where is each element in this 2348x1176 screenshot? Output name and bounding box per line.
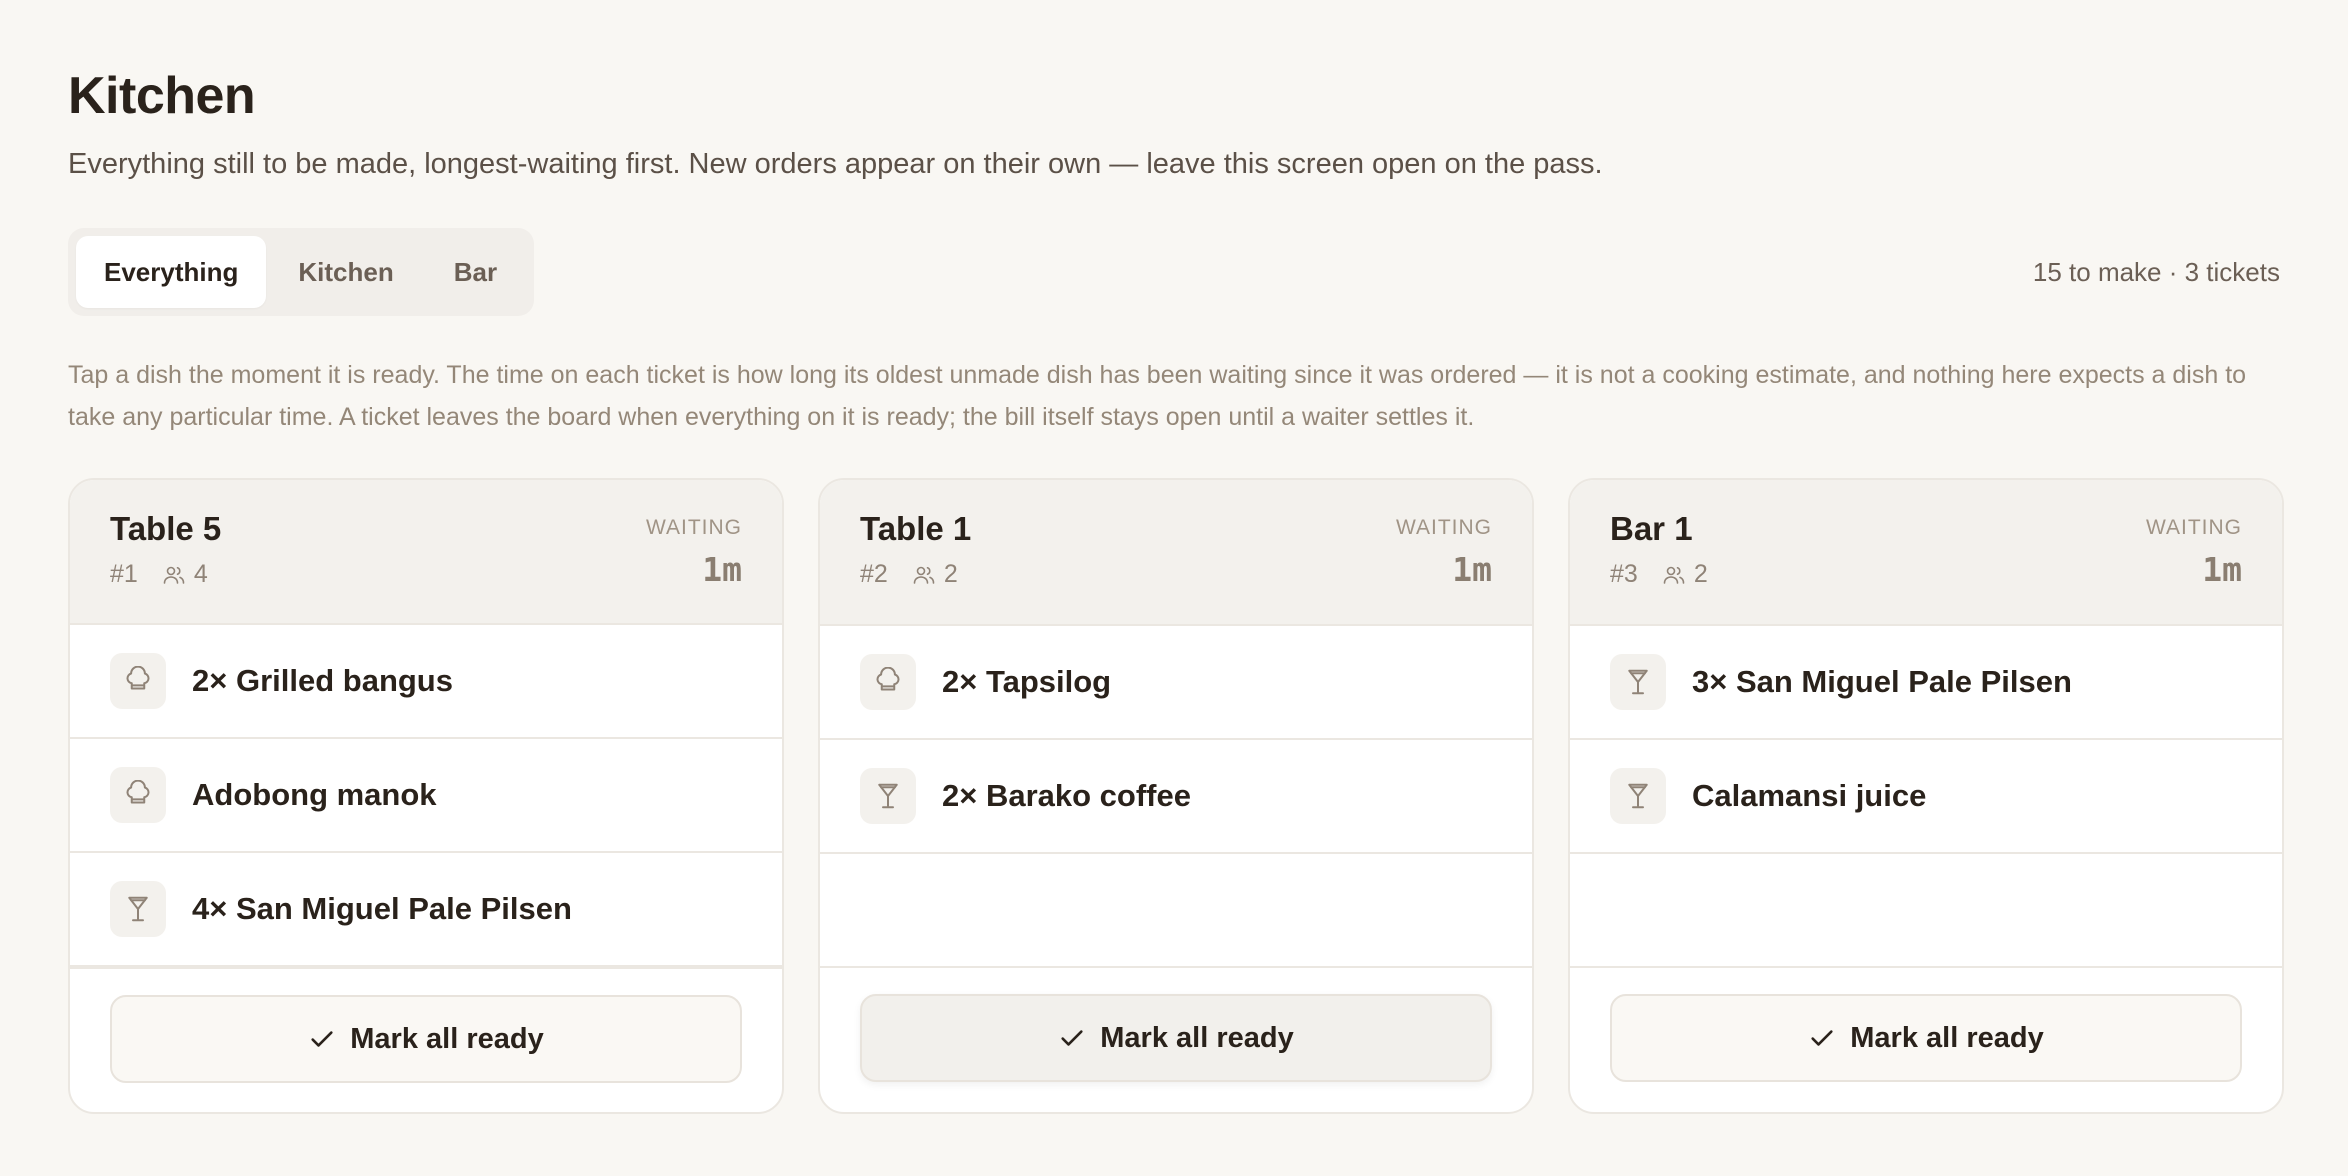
guest-count-value: 2 — [1693, 560, 1708, 588]
dish-label: Calamansi juice — [1692, 778, 1927, 813]
dish-item[interactable]: Calamansi juice — [1570, 740, 2282, 854]
ticket-card: Bar 1 #3 2 WAITING 1m 3× San Miguel Pale… — [1568, 478, 2284, 1114]
guest-count-value: 4 — [193, 560, 208, 588]
ticket-items: 2× Tapsilog 2× Barako coffee — [820, 626, 1532, 966]
ticket-meta: #1 4 — [110, 560, 221, 589]
chef-hat-icon — [126, 666, 150, 690]
cocktail-glass-icon — [128, 896, 148, 922]
waiting-time: 1m — [702, 550, 742, 589]
waiting-block: WAITING 1m — [2146, 510, 2242, 624]
guest-count-value: 2 — [943, 560, 958, 588]
guest-count: 2 — [1662, 560, 1708, 589]
chef-hat-icon — [876, 667, 900, 691]
waiting-time: 1m — [2202, 550, 2242, 589]
waiting-block: WAITING 1m — [1396, 510, 1492, 624]
button-label: Mark all ready — [350, 1022, 544, 1055]
mark-all-ready-button[interactable]: Mark all ready — [1610, 994, 2242, 1082]
dish-item[interactable]: 4× San Miguel Pale Pilsen — [70, 853, 782, 968]
cocktail-glass-icon — [878, 783, 898, 809]
ticket-footer: Mark all ready — [1570, 966, 2282, 1112]
dish-item[interactable]: 2× Tapsilog — [820, 626, 1532, 740]
icon-container — [110, 767, 166, 824]
tab-kitchen[interactable]: Kitchen — [270, 236, 421, 308]
ticket-name: Table 5 — [110, 510, 222, 547]
icon-container — [1610, 768, 1666, 824]
tab-everything[interactable]: Everything — [76, 236, 267, 308]
page-subtitle: Everything still to be made, longest-wai… — [68, 148, 1603, 180]
ticket-board: Table 5 #1 4 WAITING 1m 2× Grilled bangu… — [68, 478, 2284, 1114]
dish-item[interactable]: Adobong manok — [70, 739, 782, 854]
ticket-number: #1 — [110, 560, 138, 588]
dish-label: 4× San Miguel Pale Pilsen — [192, 891, 572, 927]
dish-label: 2× Tapsilog — [942, 664, 1112, 699]
dish-item[interactable]: 2× Grilled bangus — [70, 625, 782, 740]
ticket-header: Table 1 #2 2 WAITING 1m — [820, 480, 1532, 626]
ticket-header: Table 5 #1 4 WAITING 1m — [70, 480, 782, 626]
button-label: Mark all ready — [1850, 1021, 2044, 1054]
people-icon — [1663, 566, 1685, 584]
station-tabs: Everything Kitchen Bar — [68, 228, 534, 316]
people-icon — [163, 566, 185, 584]
ticket-header: Bar 1 #3 2 WAITING 1m — [1570, 480, 2282, 626]
dish-label: 2× Grilled bangus — [192, 663, 453, 699]
dish-item[interactable]: 2× Barako coffee — [820, 740, 1532, 854]
ticket-meta: #3 2 — [1610, 560, 1708, 589]
button-label: Mark all ready — [1100, 1021, 1294, 1054]
checkmark-icon — [311, 1031, 333, 1047]
ticket-items: 3× San Miguel Pale Pilsen Calamansi juic… — [1570, 626, 2282, 966]
icon-container — [1610, 654, 1666, 710]
chef-hat-icon — [126, 780, 150, 804]
icon-container — [110, 653, 166, 710]
guest-count: 4 — [162, 560, 208, 589]
icon-container — [860, 654, 916, 710]
ticket-number: #3 — [1610, 560, 1638, 588]
waiting-time: 1m — [1452, 550, 1492, 589]
ticket-items: 2× Grilled bangus Adobong manok 4× San M… — [70, 625, 782, 968]
ticket-footer: Mark all ready — [820, 966, 1532, 1112]
dish-label: 3× San Miguel Pale Pilsen — [1692, 664, 2072, 699]
ticket-card: Table 5 #1 4 WAITING 1m 2× Grilled bangu… — [68, 478, 784, 1114]
icon-container — [860, 768, 916, 824]
dish-label: 2× Barako coffee — [942, 778, 1191, 813]
mark-all-ready-button[interactable]: Mark all ready — [110, 995, 742, 1084]
icon-container — [110, 881, 166, 938]
waiting-label: WAITING — [2145, 516, 2242, 539]
people-icon — [913, 566, 935, 584]
kitchen-page: Kitchen Everything still to be made, lon… — [0, 0, 2348, 1176]
checkmark-icon — [1061, 1030, 1083, 1046]
waiting-label: WAITING — [1395, 516, 1492, 539]
ticket-name: Table 1 — [860, 510, 972, 547]
waiting-label: WAITING — [645, 516, 742, 539]
checkmark-icon — [1811, 1030, 1833, 1046]
cocktail-glass-icon — [1628, 783, 1648, 809]
ticket-meta: #2 2 — [860, 560, 971, 589]
cocktail-glass-icon — [1628, 669, 1648, 695]
dish-label: Adobong manok — [192, 777, 437, 813]
ticket-footer: Mark all ready — [70, 967, 782, 1112]
guest-count: 2 — [912, 560, 958, 589]
ticket-card: Table 1 #2 2 WAITING 1m 2× Tapsilog 2× B… — [818, 478, 1534, 1114]
ticket-name: Bar 1 — [1610, 510, 1693, 547]
page-title: Kitchen — [68, 67, 256, 125]
help-text: Tap a dish the moment it is ready. The t… — [68, 361, 2247, 431]
dish-item[interactable]: 3× San Miguel Pale Pilsen — [1570, 626, 2282, 740]
waiting-block: WAITING 1m — [646, 510, 742, 623]
ticket-summary: 15 to make · 3 tickets — [2032, 257, 2280, 287]
ticket-number: #2 — [860, 560, 888, 588]
mark-all-ready-button[interactable]: Mark all ready — [860, 994, 1492, 1082]
tab-bar[interactable]: Bar — [426, 236, 525, 308]
